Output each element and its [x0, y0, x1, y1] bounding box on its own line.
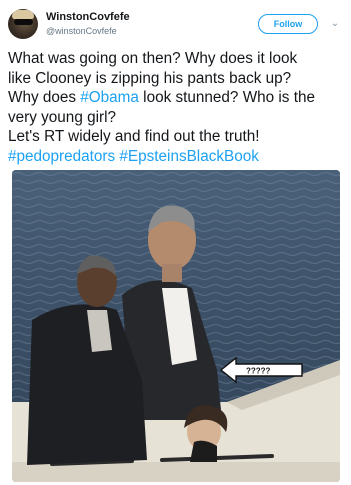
tweet-text: What was going on then? Why does it look… [8, 49, 346, 167]
tweet-text-segment: like Clooney is zipping his pants back u… [8, 69, 292, 87]
arrow-label: ????? [246, 367, 271, 376]
tweet-text-segment: Why does [8, 89, 81, 107]
hashtag-link[interactable]: #pedopredators [8, 148, 115, 165]
user-handle[interactable]: @winstonCovfefe [46, 26, 117, 36]
person-back-neck [162, 264, 182, 282]
tweet-text-segment: very young girl? [8, 108, 116, 126]
photo-illustration: ????? [12, 170, 340, 482]
avatar[interactable] [8, 9, 38, 39]
tweet-text-segment: look stunned? Who is the [138, 89, 315, 107]
avatar-sunglasses [14, 19, 33, 25]
tweet-text-line: #pedopredators #EpsteinsBlackBook [8, 147, 346, 167]
tweet-text-line: like Clooney is zipping his pants back u… [8, 69, 346, 89]
user-display-name[interactable]: WinstonCovfefe [46, 11, 130, 23]
person-child-top [190, 440, 217, 462]
chevron-down-icon[interactable]: ⌄ [328, 17, 342, 31]
follow-button[interactable]: Follow [258, 14, 318, 34]
hashtag-link[interactable]: #Obama [80, 89, 139, 106]
tweet-photo[interactable]: ????? [12, 170, 340, 482]
avatar-hair [12, 10, 34, 19]
tweet-text-line: What was going on then? Why does it look [8, 49, 346, 69]
tweet-text-line: very young girl? [8, 108, 346, 128]
tweet-text-segment: What was going on then? Why does it look [8, 50, 298, 67]
tweet-text-line: Let's RT widely and find out the truth! [8, 127, 346, 147]
tweet-text-line: Why does #Obama look stunned? Who is the [8, 88, 346, 108]
tweet-header: WinstonCovfefe @winstonCovfefe Follow ⌄ [8, 9, 343, 43]
tweet-card: WinstonCovfefe @winstonCovfefe Follow ⌄ … [0, 0, 351, 485]
hashtag-link[interactable]: #EpsteinsBlackBook [119, 148, 258, 165]
tweet-text-segment: Let's RT widely and find out the truth! [8, 128, 260, 146]
